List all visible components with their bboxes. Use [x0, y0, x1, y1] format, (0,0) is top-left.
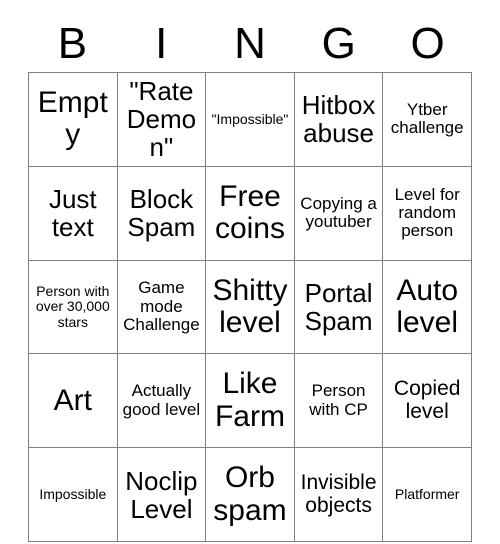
bingo-cell-label: Noclip Level — [125, 465, 198, 524]
bingo-cell[interactable]: Ytber challenge — [382, 72, 472, 167]
bingo-cell[interactable]: Block Spam — [116, 165, 207, 261]
bingo-cell-label: Like Farm — [214, 367, 285, 433]
bingo-cell-label: Actually good level — [122, 381, 201, 419]
bingo-cell[interactable]: Person with CP — [293, 353, 384, 449]
bingo-cell-label: Block Spam — [127, 184, 196, 243]
bingo-cell[interactable]: Orb spam — [205, 447, 295, 542]
bingo-cell[interactable]: Shitty level — [205, 259, 295, 355]
bingo-cell-label: "Rate Demon" — [126, 76, 197, 163]
bingo-cell[interactable]: Actually good level — [116, 353, 207, 449]
bingo-cell-label: Person with over 30,000 stars — [35, 283, 110, 330]
bingo-cell[interactable]: Portal Spam — [293, 259, 384, 355]
bingo-cell[interactable]: Copying a youtuber — [293, 165, 384, 261]
bingo-cell-label: Free coins — [214, 179, 285, 246]
header-letter-b: B — [57, 19, 88, 68]
bingo-cell[interactable]: Free coins — [205, 165, 295, 261]
bingo-cell-label: Platformer — [394, 486, 460, 503]
bingo-cell-label: Game mode Challenge — [123, 278, 200, 335]
bingo-cell[interactable]: Invisible objects — [293, 447, 384, 542]
bingo-cell-label: Hitbox abuse — [301, 90, 376, 149]
bingo-cell[interactable]: Person with over 30,000 stars — [28, 259, 118, 355]
bingo-cell[interactable]: Platformer — [382, 447, 472, 542]
bingo-cell-label: Ytber challenge — [390, 100, 464, 138]
bingo-cell-label: Level for random person — [394, 184, 460, 241]
bingo-row: Person with over 30,000 stars Game mode … — [28, 259, 472, 355]
bingo-cell[interactable]: Empty — [28, 72, 118, 167]
bingo-cell[interactable]: Impossible — [28, 447, 118, 542]
bingo-cell-label: Shitty level — [212, 273, 288, 339]
bingo-cell-label: Person with CP — [309, 381, 368, 419]
bingo-row: Just text Block Spam Free coins Copying … — [28, 165, 472, 261]
header-letter-g: G — [321, 19, 356, 68]
bingo-cell[interactable]: Art — [28, 353, 118, 449]
bingo-row: Art Actually good level Like Farm Person… — [28, 353, 472, 449]
bingo-cell[interactable]: "Impossible" — [205, 72, 295, 167]
bingo-cell[interactable]: Noclip Level — [116, 447, 207, 542]
bingo-cell[interactable]: Copied level — [382, 353, 472, 449]
bingo-cell-label: Portal Spam — [304, 277, 373, 336]
bingo-grid: Empty "Rate Demon" "Impossible" Hitbox a… — [28, 72, 472, 542]
bingo-row: Impossible Noclip Level Orb spam Invisib… — [28, 447, 472, 542]
bingo-cell-label: Empty — [37, 86, 108, 152]
bingo-cell-label: Copying a youtuber — [300, 193, 377, 232]
header-letter-n: N — [234, 19, 266, 68]
bingo-row: Empty "Rate Demon" "Impossible" Hitbox a… — [28, 72, 472, 167]
bingo-cell-label: Art — [53, 383, 92, 417]
header-letter-o: O — [410, 19, 445, 68]
bingo-card: B I N G O Empty "Rate Demon" "Impossible… — [0, 0, 500, 544]
bingo-cell-label: Auto level — [396, 273, 459, 339]
bingo-cell[interactable]: Level for random person — [382, 165, 472, 261]
bingo-cell-label: Just text — [48, 184, 97, 243]
bingo-cell-label: Orb spam — [213, 461, 287, 527]
bingo-cell[interactable]: Just text — [28, 165, 118, 261]
bingo-cell-label: Invisible objects — [300, 470, 377, 517]
bingo-cell[interactable]: "Rate Demon" — [116, 72, 207, 167]
bingo-cell[interactable]: Game mode Challenge — [116, 259, 207, 355]
bingo-cell-label: Copied level — [393, 377, 461, 423]
bingo-cell-label: Impossible — [39, 486, 107, 503]
bingo-cell-label: "Impossible" — [211, 110, 289, 127]
bingo-header-row: B I N G O — [28, 16, 472, 72]
header-letter-i: I — [155, 19, 168, 68]
bingo-cell[interactable]: Hitbox abuse — [293, 72, 384, 167]
bingo-cell[interactable]: Auto level — [382, 259, 472, 355]
bingo-cell[interactable]: Like Farm — [205, 353, 295, 449]
